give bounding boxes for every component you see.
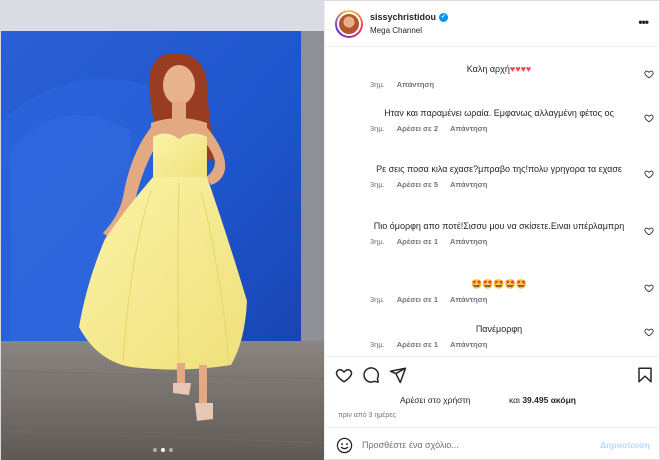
heart-icon[interactable] xyxy=(644,113,654,123)
reply-button[interactable]: Απάντηση xyxy=(450,340,487,349)
carousel-indicator xyxy=(1,448,324,452)
comment-text: Ηταν και παραμένει ωραία. Εμφανως αλλαγμ… xyxy=(384,108,614,118)
comment-meta: 3ημ. Αρέσει σε 2 Απάντηση xyxy=(370,124,650,133)
username[interactable]: sissychristidou xyxy=(370,12,436,22)
comments-list[interactable]: Καλη αρχή♥♥♥♥ 3ημ. Απάντηση Ηταν και παρ… xyxy=(325,48,660,356)
likes-count-text[interactable]: και 39.495 ακόμη xyxy=(509,395,576,405)
like-heart-icon[interactable] xyxy=(335,366,353,384)
comment-input[interactable]: Προσθέστε ένα σχόλιο... xyxy=(362,440,459,450)
comment-likes[interactable]: Αρέσει σε 2 xyxy=(397,124,438,133)
post-header: sissychristidou ✓ Mega Channel ••• xyxy=(325,1,660,47)
bookmark-icon[interactable] xyxy=(636,366,654,384)
comment-item: Πιο όμορφη απο ποτέ!Σισσυ μου να σκίσετε… xyxy=(370,219,650,246)
comment-time[interactable]: 3ημ. xyxy=(370,124,385,133)
heart-icon[interactable] xyxy=(644,69,654,79)
comment-likes[interactable]: Αρέσει σε 1 xyxy=(397,340,438,349)
likes-count: 39.495 xyxy=(522,395,549,405)
comment-meta: 3ημ. Αρέσει σε 5 Απάντηση xyxy=(370,180,650,189)
likes-suffix: ακόμη xyxy=(550,395,576,405)
comment-time[interactable]: 3ημ. xyxy=(370,340,385,349)
action-bar: Αρέσει στο χρήστη και 39.495 ακόμη πριν … xyxy=(325,356,660,460)
comment-meta: 3ημ. Αρέσει σε 1 Απάντηση xyxy=(370,237,650,246)
username-row: sissychristidou ✓ xyxy=(370,12,449,22)
more-icon[interactable]: ••• xyxy=(638,15,649,29)
comment-item: Καλη αρχή♥♥♥♥ 3ημ. Απάντηση xyxy=(370,62,650,89)
post-comment-button[interactable]: Δημοσίευση xyxy=(600,440,650,450)
comment-likes[interactable]: Αρέσει σε 1 xyxy=(397,295,438,304)
comment-likes[interactable]: Αρέσει σε 1 xyxy=(397,237,438,246)
hearts-emoji: ♥♥♥♥ xyxy=(509,64,532,74)
reply-button[interactable]: Απάντηση xyxy=(450,124,487,133)
comment-time[interactable]: 3ημ. xyxy=(370,237,385,246)
post-time[interactable]: πριν από 3 ημέρες xyxy=(338,412,396,419)
verified-badge-icon: ✓ xyxy=(439,12,449,22)
comment-text: Πανέμορφη xyxy=(475,324,523,334)
post-subtitle[interactable]: Mega Channel xyxy=(370,26,422,35)
carousel-dot-active xyxy=(160,448,165,452)
reply-button[interactable]: Απάντηση xyxy=(450,237,487,246)
post-photo[interactable] xyxy=(1,1,324,460)
likes-prefix[interactable]: Αρέσει στο χρήστη xyxy=(400,395,471,405)
comment-icon[interactable] xyxy=(362,366,380,384)
heart-icon[interactable] xyxy=(644,327,654,337)
comment-emoji: 🤩🤩🤩🤩🤩 xyxy=(470,279,528,289)
emoji-icon[interactable] xyxy=(336,437,353,454)
reply-button[interactable]: Απάντηση xyxy=(397,80,434,89)
post-modal: sissychristidou ✓ Mega Channel ••• Καλη … xyxy=(0,0,660,460)
comment-meta: 3ημ. Αρέσει σε 1 Απάντηση xyxy=(370,295,650,304)
add-comment-bar: Προσθέστε ένα σχόλιο... Δημοσίευση xyxy=(325,427,660,460)
comment-item: 🤩🤩🤩🤩🤩 3ημ. Αρέσει σε 1 Απάντηση xyxy=(370,277,650,304)
comment-item: Πανέμορφη 3ημ. Αρέσει σε 1 Απάντηση xyxy=(370,322,650,349)
comment-time[interactable]: 3ημ. xyxy=(370,295,385,304)
reply-button[interactable]: Απάντηση xyxy=(450,180,487,189)
comment-time[interactable]: 3ημ. xyxy=(370,80,385,89)
comment-text: Καλη αρχή♥♥♥♥ xyxy=(466,64,532,74)
comment-time[interactable]: 3ημ. xyxy=(370,180,385,189)
post-sidebar: sissychristidou ✓ Mega Channel ••• Καλη … xyxy=(324,1,660,460)
comment-likes[interactable]: Αρέσει σε 5 xyxy=(397,180,438,189)
avatar[interactable] xyxy=(335,10,363,38)
reply-button[interactable]: Απάντηση xyxy=(450,295,487,304)
photo-illustration xyxy=(1,1,324,460)
comment-item: Ηταν και παραμένει ωραία. Εμφανως αλλαγμ… xyxy=(370,106,650,133)
carousel-dot xyxy=(168,448,173,452)
heart-icon[interactable] xyxy=(644,226,654,236)
carousel-dot xyxy=(152,448,157,452)
comment-text: Ρε σεις ποσα κιλα εχασε?μπραβο της!πολυ … xyxy=(376,164,622,174)
heart-icon[interactable] xyxy=(644,169,654,179)
heart-icon[interactable] xyxy=(644,283,654,293)
comment-item: Ρε σεις ποσα κιλα εχασε?μπραβο της!πολυ … xyxy=(370,162,650,189)
comment-meta: 3ημ. Απάντηση xyxy=(370,80,650,89)
comment-meta: 3ημ. Αρέσει σε 1 Απάντηση xyxy=(370,340,650,349)
share-icon[interactable] xyxy=(389,366,407,384)
comment-text: Πιο όμορφη απο ποτέ!Σισσυ μου να σκίσετε… xyxy=(373,221,625,231)
